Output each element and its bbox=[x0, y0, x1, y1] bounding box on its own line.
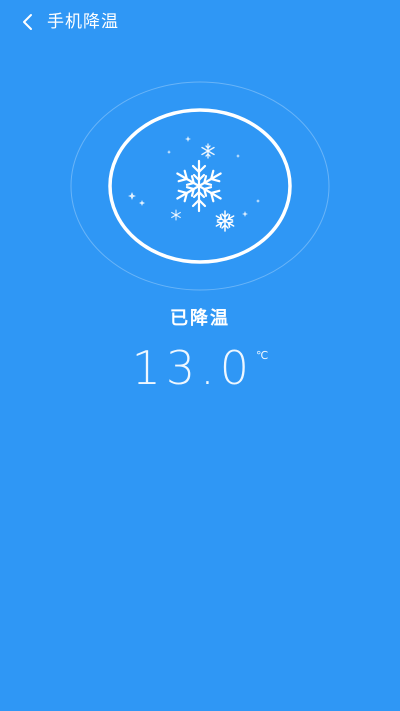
small-snowflake-icon bbox=[201, 143, 215, 159]
snowflake-icon bbox=[176, 159, 222, 213]
temperature-value: 13.0 bbox=[131, 341, 255, 395]
small-snowflake-icon bbox=[215, 210, 235, 232]
temperature-unit: ℃ bbox=[256, 349, 269, 362]
back-button[interactable] bbox=[14, 8, 42, 36]
page-title: 手机降温 bbox=[47, 12, 119, 32]
cooling-status: 已降温 bbox=[170, 308, 230, 329]
outer-ring bbox=[70, 81, 330, 291]
inner-ring bbox=[108, 108, 292, 264]
temperature-readout: 13.0 ℃ bbox=[0, 340, 400, 396]
small-snowflake-icon bbox=[171, 209, 181, 221]
sparkle-icon bbox=[128, 136, 260, 217]
chevron-left-icon bbox=[23, 14, 32, 30]
top-bar: 手机降温 bbox=[0, 0, 400, 46]
